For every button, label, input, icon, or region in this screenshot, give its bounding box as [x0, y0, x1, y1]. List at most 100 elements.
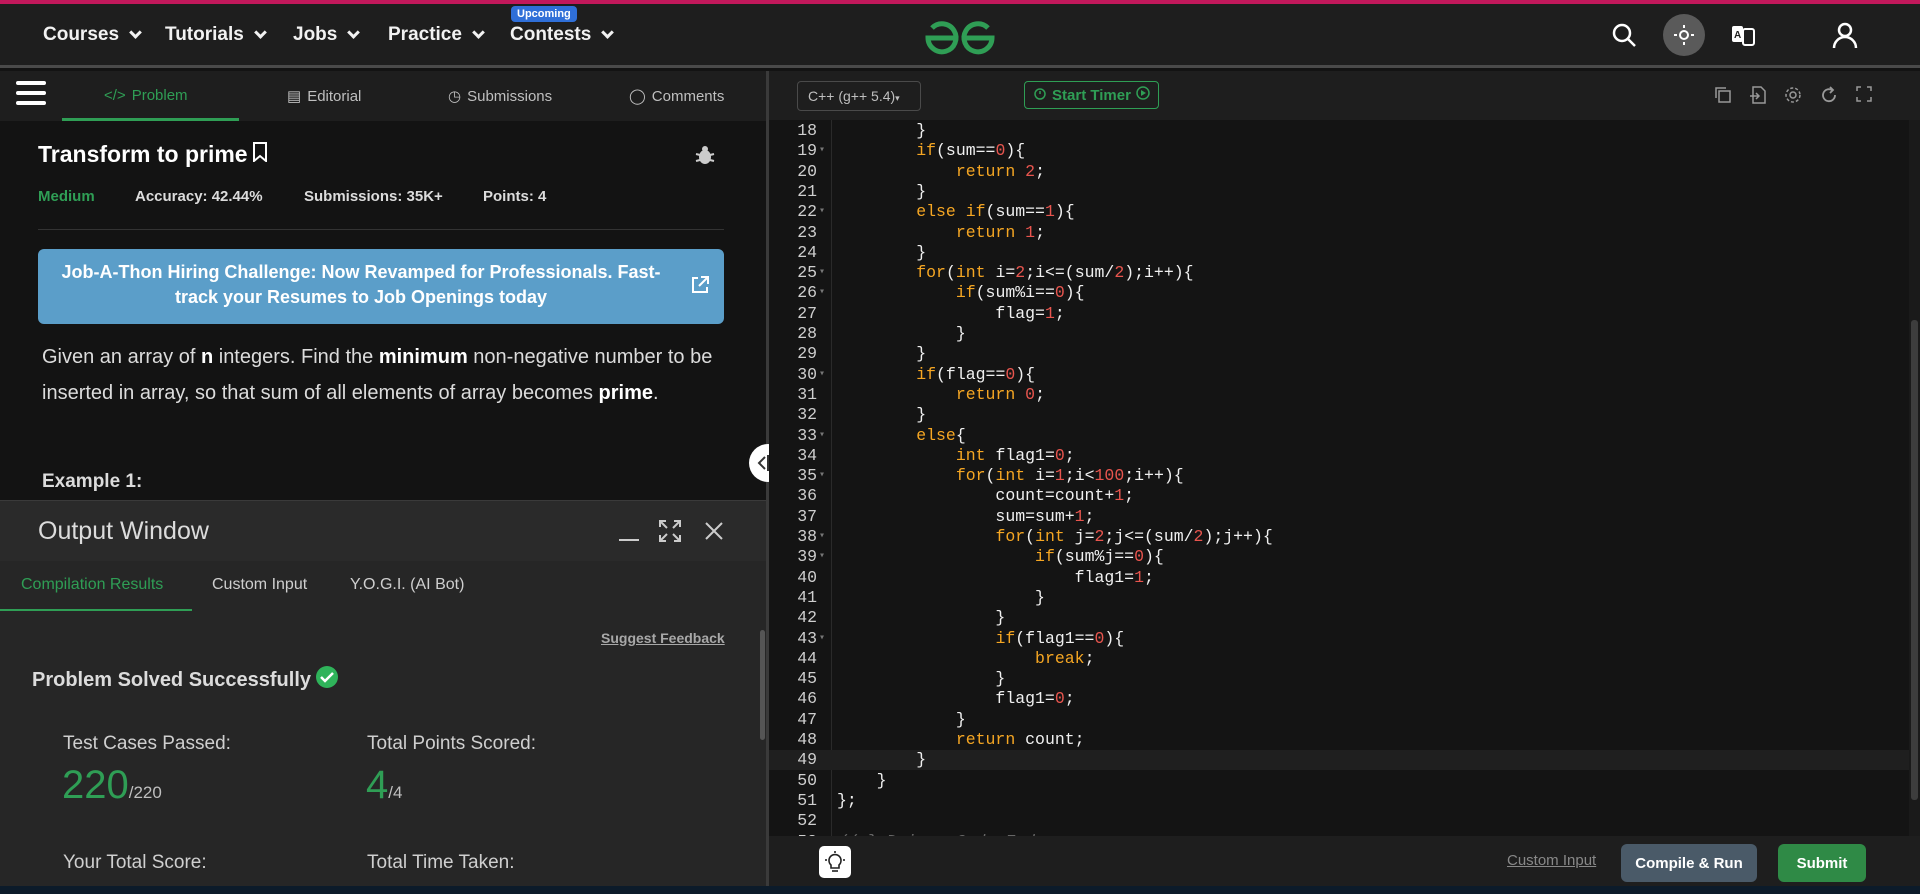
code-line[interactable]: 35 ▾ for(int i=1;i<100;i++){ — [769, 466, 1909, 486]
fold-arrow-icon[interactable]: ▾ — [819, 283, 825, 303]
code-line[interactable]: 38 ▾ for(int j=2;j<=(sum/2);j++){ — [769, 527, 1909, 547]
code-text: } — [837, 181, 927, 201]
minimize-icon[interactable] — [617, 519, 641, 548]
theme-toggle-icon[interactable] — [1663, 14, 1705, 56]
code-line[interactable]: 27 flag=1; — [769, 304, 1909, 324]
chevron-down-icon — [347, 25, 361, 39]
code-line[interactable]: 28 } — [769, 324, 1909, 344]
nav-practice[interactable]: Practice — [388, 24, 485, 46]
nav-tutorials[interactable]: Tutorials — [165, 24, 267, 46]
code-line[interactable]: 30 ▾ if(flag==0){ — [769, 365, 1909, 385]
code-line[interactable]: 32 } — [769, 405, 1909, 425]
nav-courses[interactable]: Courses — [43, 24, 142, 46]
editor-scroll-thumb[interactable] — [1911, 320, 1918, 800]
fold-arrow-icon[interactable]: ▾ — [819, 263, 825, 283]
code-line[interactable]: 47 } — [769, 710, 1909, 730]
tab-submissions[interactable]: ◷ Submissions — [448, 87, 552, 106]
document-icon: ▤ — [287, 88, 302, 105]
tab-yogi-ai-bot[interactable]: Y.O.G.I. (AI Bot) — [350, 576, 464, 594]
code-line[interactable]: 21 } — [769, 182, 1909, 202]
code-line[interactable]: 31 return 0; — [769, 385, 1909, 405]
code-line[interactable]: 42 } — [769, 608, 1909, 628]
code-line[interactable]: 22 ▾ else if(sum==1){ — [769, 202, 1909, 222]
problem-description: Given an array of n integers. Find the m… — [42, 339, 732, 411]
nav-contests[interactable]: Contests — [510, 24, 615, 46]
code-line[interactable]: 29 } — [769, 344, 1909, 364]
fold-arrow-icon[interactable]: ▾ — [819, 547, 825, 567]
code-line[interactable]: 46 flag1=0; — [769, 689, 1909, 709]
editor-scrollbar[interactable] — [1909, 120, 1920, 836]
fold-arrow-icon[interactable]: ▾ — [819, 141, 825, 161]
hint-bulb-icon[interactable] — [819, 846, 851, 878]
code-line[interactable]: 18 } — [769, 121, 1909, 141]
code-line[interactable]: 23 return 1; — [769, 223, 1909, 243]
code-line[interactable]: 41 } — [769, 588, 1909, 608]
code-line[interactable]: 33 ▾ else{ — [769, 426, 1909, 446]
bug-report-icon[interactable] — [694, 144, 716, 171]
code-line[interactable]: 24 } — [769, 243, 1909, 263]
tab-custom-input[interactable]: Custom Input — [212, 576, 307, 594]
fold-arrow-icon[interactable]: ▾ — [819, 426, 825, 446]
custom-input-link[interactable]: Custom Input — [1507, 852, 1596, 869]
search-icon[interactable] — [1603, 14, 1645, 56]
svg-text:A: A — [1734, 30, 1741, 41]
settings-gear-icon[interactable] — [1784, 86, 1802, 109]
code-line[interactable]: 48 return count; — [769, 730, 1909, 750]
code-line[interactable]: 51}; — [769, 791, 1909, 811]
code-line[interactable]: 43 ▾ if(flag1==0){ — [769, 629, 1909, 649]
code-text: return 0; — [955, 384, 1045, 404]
start-timer-button[interactable]: Start Timer — [1024, 81, 1159, 109]
taskbar-strip — [0, 886, 1920, 894]
code-line[interactable]: 50 } — [769, 771, 1909, 791]
bookmark-icon[interactable] — [252, 141, 268, 168]
code-line[interactable]: 44 break; — [769, 649, 1909, 669]
active-output-tab-indicator — [0, 609, 192, 611]
submit-button[interactable]: Submit — [1778, 844, 1866, 882]
suggest-feedback-link[interactable]: Suggest Feedback — [601, 630, 725, 646]
user-avatar-icon[interactable] — [1824, 14, 1866, 56]
code-line[interactable]: 39 ▾ if(sum%j==0){ — [769, 547, 1909, 567]
fold-arrow-icon[interactable]: ▾ — [819, 466, 825, 486]
language-select[interactable]: C++ (g++ 5.4)▾ — [797, 81, 921, 111]
reset-icon[interactable] — [1820, 86, 1838, 109]
tab-problem[interactable]: </> Problem — [104, 87, 188, 104]
close-icon[interactable] — [702, 519, 726, 548]
expand-icon[interactable] — [658, 519, 682, 548]
fold-arrow-icon[interactable]: ▾ — [819, 527, 825, 547]
points-value-row: 4/4 — [366, 763, 402, 808]
code-line[interactable]: 37 sum=sum+1; — [769, 507, 1909, 527]
output-scrollbar[interactable] — [760, 630, 765, 740]
fullscreen-icon[interactable] — [1856, 86, 1872, 107]
tab-compilation-results[interactable]: Compilation Results — [21, 576, 163, 594]
code-line[interactable]: 26 ▾ if(sum%i==0){ — [769, 283, 1909, 303]
tab-editorial[interactable]: ▤ Editorial — [287, 87, 361, 106]
fold-arrow-icon[interactable]: ▾ — [819, 365, 825, 385]
tab-comments[interactable]: ◯ Comments — [629, 87, 724, 106]
translate-icon[interactable]: A — [1722, 14, 1764, 56]
job-a-thon-banner[interactable]: Job-A-Thon Hiring Challenge: Now Revampe… — [38, 249, 724, 324]
code-line[interactable]: 36 count=count+1; — [769, 486, 1909, 506]
output-window: Output Window Compilation Results Custom… — [0, 500, 766, 894]
code-line[interactable]: 40 flag1=1; — [769, 568, 1909, 588]
code-line[interactable]: 34 int flag1=0; — [769, 446, 1909, 466]
copy-icon[interactable] — [1714, 86, 1732, 109]
menu-icon[interactable] — [16, 81, 46, 107]
nav-jobs[interactable]: Jobs — [293, 24, 361, 46]
chevron-down-icon — [601, 25, 615, 39]
code-line[interactable]: 25 ▾ for(int i=2;i<=(sum/2);i++){ — [769, 263, 1909, 283]
code-area[interactable]: 18 } 19 ▾ if(sum==0){20 return 2; 21 } 22 ▾ e… — [769, 120, 1909, 836]
code-line[interactable]: 20 return 2; — [769, 162, 1909, 182]
code-line[interactable]: 52 — [769, 811, 1909, 831]
fold-arrow-icon[interactable]: ▾ — [819, 202, 825, 222]
gfg-logo[interactable] — [922, 18, 998, 63]
fold-arrow-icon[interactable]: ▾ — [819, 629, 825, 649]
compile-run-button[interactable]: Compile & Run — [1621, 844, 1757, 882]
line-number: 34 — [797, 445, 817, 465]
code-text: flag=1; — [837, 303, 1065, 323]
code-line[interactable]: 49 } — [769, 750, 1909, 771]
import-file-icon[interactable] — [1749, 86, 1767, 109]
example-heading: Example 1: — [42, 471, 143, 492]
code-line[interactable]: 45 } — [769, 669, 1909, 689]
code-line[interactable]: 19 ▾ if(sum==0){ — [769, 141, 1909, 161]
nav-courses-label: Courses — [43, 24, 120, 45]
